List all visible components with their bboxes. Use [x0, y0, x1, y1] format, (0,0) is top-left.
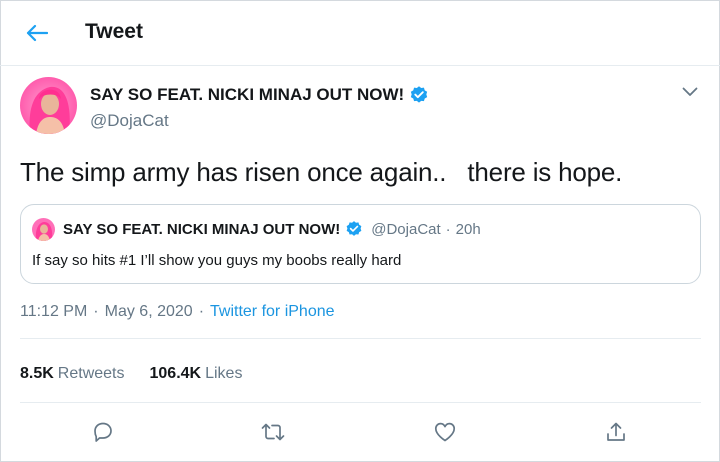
retweet-icon [261, 423, 285, 441]
divider [20, 402, 701, 403]
retweet-button[interactable] [259, 418, 287, 446]
quoted-header: SAY SO FEAT. NICKI MINAJ OUT NOW! @DojaC… [63, 220, 481, 238]
verified-badge-icon [345, 220, 363, 238]
author-name-row: SAY SO FEAT. NICKI MINAJ OUT NOW! [90, 85, 429, 105]
quoted-text: If say so hits #1 I’ll show you guys my … [32, 252, 402, 269]
avatar[interactable] [20, 77, 77, 134]
page-title: Tweet [85, 20, 143, 43]
author-handle[interactable]: @DojaCat [90, 111, 169, 131]
tweet-text: The simp army has risen once again.. the… [20, 157, 623, 187]
tweet-metadata: 11:12 PM · May 6, 2020 · Twitter for iPh… [20, 303, 335, 321]
like-icon [434, 422, 456, 442]
divider [20, 338, 701, 339]
retweets-stat[interactable]: 8.5K Retweets [20, 365, 125, 383]
likes-label: Likes [205, 365, 243, 382]
author-name[interactable]: SAY SO FEAT. NICKI MINAJ OUT NOW! [90, 85, 404, 105]
share-icon [607, 422, 625, 441]
retweets-label: Retweets [57, 365, 125, 382]
quoted-timestamp: 20h [455, 220, 481, 238]
reply-icon [94, 422, 112, 442]
share-button[interactable] [602, 418, 630, 446]
quoted-avatar [32, 218, 55, 241]
tweet-source-link[interactable]: Twitter for iPhone [210, 303, 335, 321]
tweet-stats: 8.5K Retweets 106.4K Likes [20, 365, 242, 383]
likes-count: 106.4K [149, 365, 202, 382]
like-button[interactable] [431, 418, 459, 446]
reply-button[interactable] [89, 418, 117, 446]
quoted-tweet[interactable]: SAY SO FEAT. NICKI MINAJ OUT NOW! @DojaC… [20, 204, 701, 284]
back-button[interactable] [22, 20, 52, 46]
retweets-count: 8.5K [20, 365, 54, 382]
quoted-author-handle: @DojaCat [371, 220, 441, 238]
quoted-separator: · [445, 220, 451, 238]
tweet-actions [0, 416, 720, 450]
tweet-time[interactable]: 11:12 PM [20, 303, 87, 321]
arrow-left-icon [26, 24, 48, 42]
quoted-author-name: SAY SO FEAT. NICKI MINAJ OUT NOW! [63, 220, 341, 238]
verified-badge-icon [409, 85, 429, 105]
meta-separator: · [198, 303, 205, 320]
more-options-button[interactable] [680, 84, 700, 100]
page-header: Tweet [0, 0, 720, 66]
tweet-date[interactable]: May 6, 2020 [105, 303, 193, 321]
likes-stat[interactable]: 106.4K Likes [150, 365, 243, 383]
meta-separator: · [93, 303, 99, 320]
chevron-down-icon [682, 87, 698, 96]
